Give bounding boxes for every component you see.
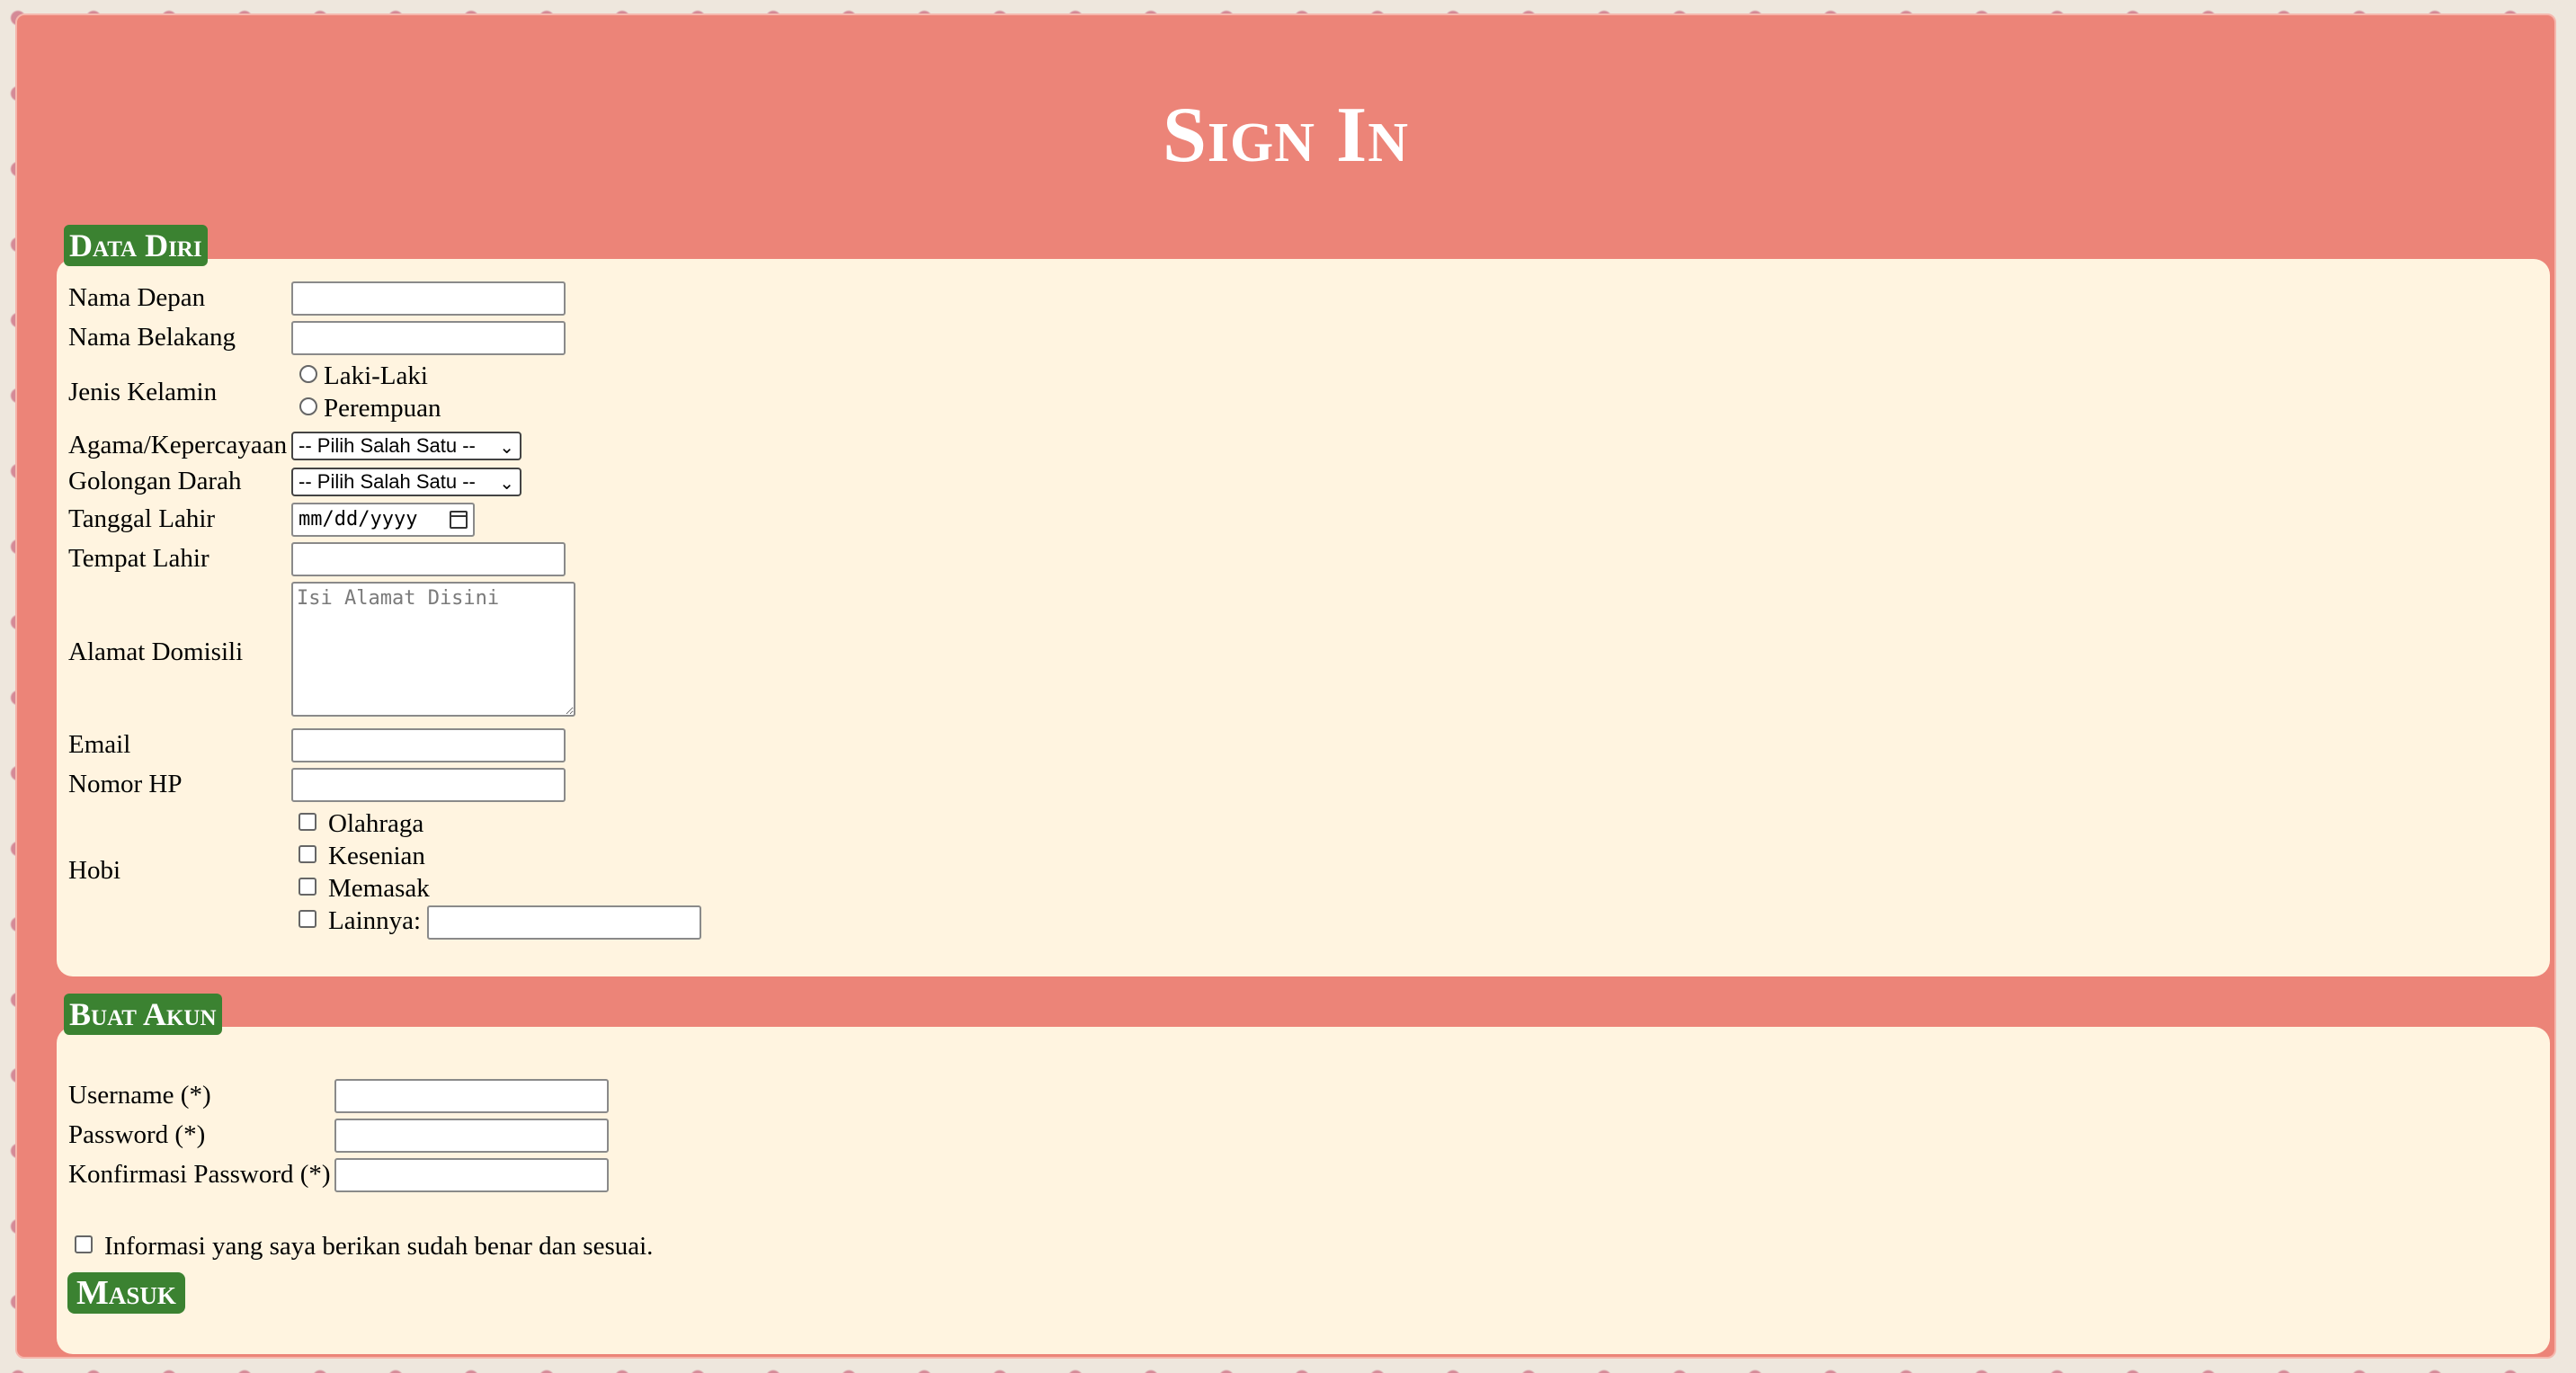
nomor-hp-label: Nomor HP (68, 770, 183, 798)
gender-option-laki: Laki-Laki (324, 361, 428, 390)
hobi-option-kesenian: Kesenian (328, 842, 425, 870)
tempat-lahir-input[interactable] (291, 542, 566, 576)
signin-frame: Sign In Data Diri Nama Depan Nama Belaka… (15, 13, 2556, 1359)
alamat-domisili-textarea[interactable] (291, 582, 575, 717)
gender-option-perempuan: Perempuan (324, 394, 441, 423)
hobi-checkbox-lainnya[interactable] (299, 910, 316, 928)
konfirmasi-password-label: Konfirmasi Password (*) (68, 1160, 331, 1189)
tanggal-lahir-input[interactable]: mm/dd/yyyy (291, 503, 475, 537)
golongan-darah-label: Golongan Darah (68, 467, 242, 495)
konfirmasi-password-input[interactable] (334, 1158, 609, 1192)
nama-depan-label: Nama Depan (68, 283, 206, 312)
golongan-darah-select[interactable]: -- Pilih Salah Satu -- ⌄ (291, 468, 521, 496)
agama-label: Agama/Kepercayaan (68, 431, 288, 459)
gender-radio-perempuan[interactable] (299, 397, 317, 415)
username-input[interactable] (334, 1079, 609, 1113)
nama-depan-input[interactable] (291, 281, 566, 316)
username-label: Username (*) (68, 1081, 211, 1110)
chevron-down-icon: ⌄ (499, 474, 514, 494)
nama-belakang-input[interactable] (291, 321, 566, 355)
chevron-down-icon: ⌄ (499, 438, 514, 458)
password-label: Password (*) (68, 1120, 206, 1149)
gender-radio-laki[interactable] (299, 365, 317, 383)
hobi-checkbox-kesenian[interactable] (299, 845, 316, 863)
hobi-option-lainnya: Lainnya: (328, 906, 422, 935)
tempat-lahir-label: Tempat Lahir (68, 544, 209, 573)
hobi-option-memasak: Memasak (328, 874, 430, 903)
agree-label: Informasi yang saya berikan sudah benar … (104, 1232, 654, 1261)
tanggal-lahir-label: Tanggal Lahir (68, 504, 216, 533)
alamat-domisili-label: Alamat Domisili (68, 637, 244, 666)
golongan-selected-value: -- Pilih Salah Satu -- (299, 470, 476, 493)
email-input[interactable] (291, 728, 566, 762)
nama-belakang-label: Nama Belakang (68, 323, 236, 352)
masuk-button[interactable]: Masuk (67, 1272, 185, 1314)
nomor-hp-input[interactable] (291, 768, 566, 802)
jenis-kelamin-label: Jenis Kelamin (68, 378, 218, 406)
hobi-checkbox-olahraga[interactable] (299, 813, 316, 831)
date-placeholder: mm/dd/yyyy (299, 508, 418, 530)
email-label: Email (68, 730, 131, 759)
agama-select[interactable]: -- Pilih Salah Satu -- ⌄ (291, 432, 521, 460)
hobi-option-olahraga: Olahraga (328, 809, 424, 838)
buat-akun-legend: Buat Akun (64, 994, 222, 1035)
agama-selected-value: -- Pilih Salah Satu -- (299, 434, 476, 457)
data-diri-legend: Data Diri (64, 225, 208, 266)
hobi-lainnya-input[interactable] (427, 905, 701, 940)
page-title: Sign In (1162, 92, 1410, 179)
agree-checkbox[interactable] (75, 1235, 93, 1253)
hobi-label: Hobi (68, 856, 120, 885)
hobi-checkbox-memasak[interactable] (299, 878, 316, 896)
calendar-icon[interactable] (450, 511, 468, 529)
password-input[interactable] (334, 1119, 609, 1153)
